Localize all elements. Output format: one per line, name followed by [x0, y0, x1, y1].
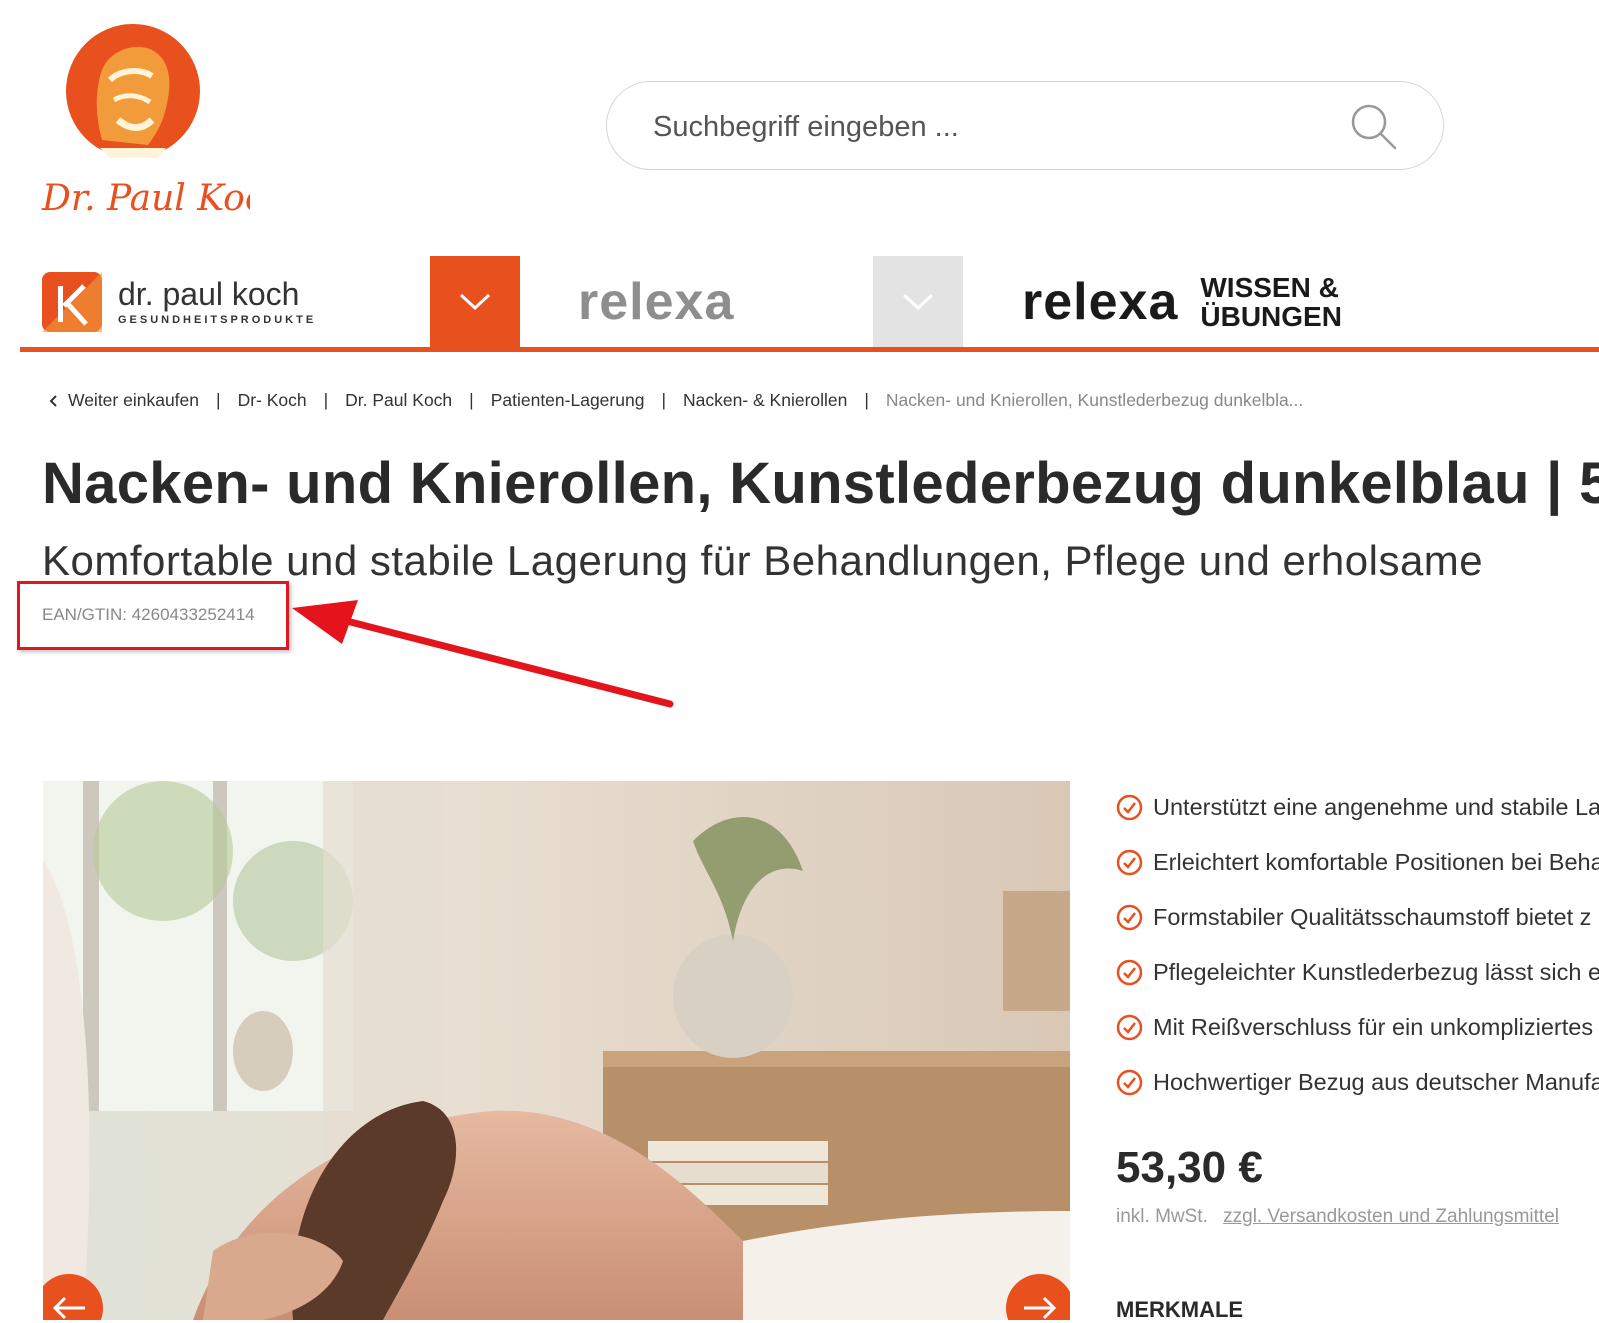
dr-paul-koch-brand-icon: [42, 271, 102, 332]
chevron-left-icon: [49, 394, 57, 407]
breadcrumb-item[interactable]: Dr. Paul Koch: [345, 390, 452, 411]
breadcrumb-current: Nacken- und Knierollen, Kunstlederbezug …: [885, 390, 1304, 410]
feature-text: Erleichtert komfortable Positionen bei B…: [1153, 849, 1599, 875]
annotation-arrow-icon: [292, 600, 674, 708]
breadcrumb-separator: |: [216, 390, 221, 410]
product-title: Nacken- und Knierollen, Kunstlederbezug …: [42, 451, 1599, 516]
breadcrumb-item[interactable]: Dr- Koch: [238, 390, 307, 411]
breadcrumb-separator: |: [661, 390, 666, 410]
brand-dr-paul-koch[interactable]: dr. paul koch GESUNDHEITSPRODUKTE: [42, 256, 422, 347]
breadcrumb: Weiter einkaufen | Dr- Koch | Dr. Paul K…: [48, 390, 1303, 411]
product-price: 53,30 €: [1116, 1143, 1263, 1192]
product-subtitle: Komfortable und stabile Lagerung für Beh…: [42, 537, 1484, 584]
site-logo[interactable]: Dr. Paul Koch: [40, 20, 288, 225]
breadcrumb-back-link[interactable]: Weiter einkaufen: [68, 390, 199, 411]
breadcrumb-separator: |: [323, 390, 329, 410]
features-heading: MERKMALE: [1116, 1297, 1244, 1322]
chevron-down-icon: [459, 293, 491, 310]
check-circle-icon: [1116, 794, 1143, 821]
relexa-wordmark: relexa: [578, 272, 735, 331]
list-item: Erleichtert komfortable Positionen bei B…: [1116, 835, 1599, 890]
shipping-costs-link[interactable]: zzgl. Versandkosten und Zahlungsmittel: [1223, 1206, 1559, 1227]
brand-tagline: GESUNDHEITSPRODUKTE: [118, 313, 317, 326]
annotation-highlight-box: [17, 581, 289, 650]
svg-text:Dr. Paul Koch: Dr. Paul Koch: [41, 178, 250, 219]
list-item: Formstabiler Qualitätsschaumstoff bietet…: [1116, 890, 1599, 945]
search-bar[interactable]: [606, 81, 1444, 170]
list-item: Pflegeleichter Kunstlederbezug lässt sic…: [1116, 945, 1599, 1000]
check-circle-icon: [1116, 1069, 1143, 1096]
feature-text: Hochwertiger Bezug aus deutscher Manufa: [1153, 1069, 1599, 1095]
feature-text: Mit Reißverschluss für ein unkompliziert…: [1153, 1014, 1594, 1040]
list-item: Unterstützt eine angenehme und stabile L…: [1116, 780, 1599, 835]
search-input[interactable]: [651, 104, 1315, 150]
relexa-wordmark: relexa: [1022, 272, 1179, 331]
breadcrumb-item[interactable]: Patienten-Lagerung: [491, 390, 645, 411]
arrow-left-icon: [52, 1296, 85, 1320]
check-circle-icon: [1116, 904, 1143, 931]
brand-relexa-wissen[interactable]: relexa WISSEN & ÜBUNGEN: [1022, 256, 1382, 347]
product-image[interactable]: [43, 781, 1070, 1320]
search-icon[interactable]: [1349, 102, 1399, 152]
list-item: Mit Reißverschluss für ein unkompliziert…: [1116, 1000, 1599, 1055]
feature-text: Pflegeleichter Kunstlederbezug lässt sic…: [1153, 959, 1599, 985]
chevron-down-icon: [902, 293, 934, 310]
breadcrumb-item[interactable]: Nacken- & Knierollen: [683, 390, 847, 411]
massage-photo: [43, 781, 1070, 1320]
feature-text: Unterstützt eine angenehme und stabile L…: [1153, 794, 1599, 820]
dr-paul-koch-dropdown-button[interactable]: [430, 256, 520, 347]
list-item: Hochwertiger Bezug aus deutscher Manufa: [1116, 1055, 1599, 1110]
vat-note: inkl. MwSt. zzgl. Versandkosten und Zahl…: [1116, 1206, 1559, 1228]
wissen-uebungen-label: WISSEN & ÜBUNGEN: [1200, 271, 1342, 332]
brand-relexa[interactable]: relexa: [578, 256, 778, 347]
feature-text: Formstabiler Qualitätsschaumstoff bietet…: [1153, 904, 1592, 930]
relexa-dropdown-button[interactable]: [873, 256, 963, 347]
breadcrumb-separator: |: [469, 390, 474, 410]
check-circle-icon: [1116, 849, 1143, 876]
brand-navigation: dr. paul koch GESUNDHEITSPRODUKTE relexa…: [20, 256, 1599, 352]
brand-name: dr. paul koch: [118, 275, 300, 312]
feature-list: Unterstützt eine angenehme und stabile L…: [1116, 780, 1599, 1110]
breadcrumb-separator: |: [864, 390, 869, 410]
arrow-right-icon: [1024, 1296, 1057, 1320]
logo-portrait-icon: Dr. Paul Koch: [41, 24, 288, 219]
check-circle-icon: [1116, 1014, 1143, 1041]
check-circle-icon: [1116, 959, 1143, 986]
vat-label: inkl. MwSt.: [1116, 1206, 1208, 1227]
